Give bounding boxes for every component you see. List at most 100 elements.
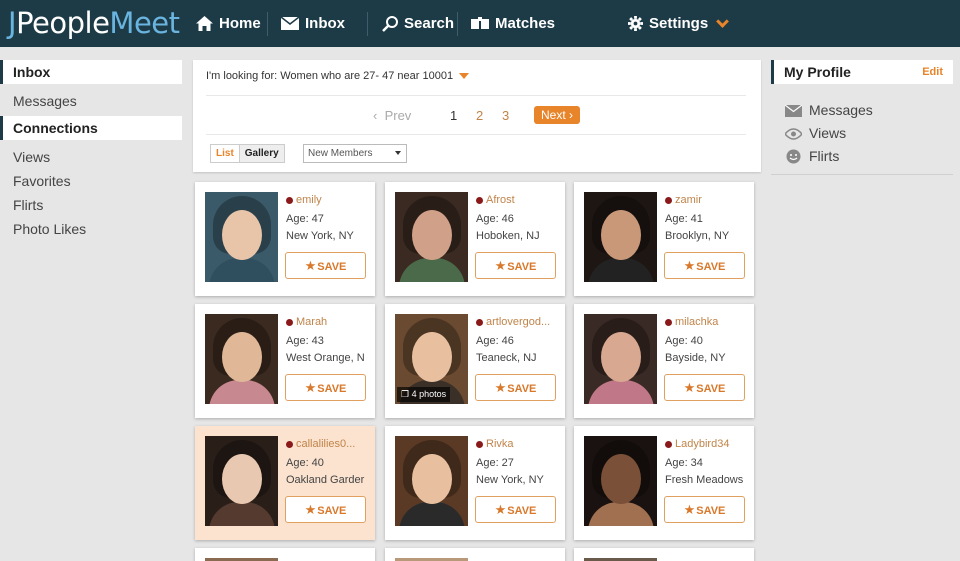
member-photo[interactable] <box>584 436 657 526</box>
member-card[interactable]: callalilies0... Age: 40 Oakland Garder ★SAV… <box>195 426 375 540</box>
online-status-dot <box>476 196 483 204</box>
save-button[interactable]: ★SAVE <box>664 496 745 523</box>
member-photo[interactable] <box>205 314 278 404</box>
member-name-link[interactable]: milachka <box>665 316 750 328</box>
member-photo[interactable] <box>584 192 657 282</box>
member-name-link[interactable]: callalilies0... <box>286 438 371 450</box>
member-name-link[interactable]: Afrost <box>476 194 561 206</box>
member-name-link[interactable]: Ladybird34 <box>665 438 750 450</box>
online-status-dot <box>665 196 672 204</box>
member-photo[interactable] <box>205 192 278 282</box>
member-card-partial[interactable] <box>195 548 375 561</box>
save-button[interactable]: ★SAVE <box>285 374 366 401</box>
member-card-partial[interactable] <box>385 548 565 561</box>
sidebar-item-flirts[interactable]: Flirts <box>0 193 182 217</box>
member-card[interactable]: emily Age: 47 New York, NY ★SAVE <box>195 182 375 296</box>
save-button[interactable]: ★SAVE <box>664 252 745 279</box>
profile-item-label: Views <box>809 125 847 141</box>
logo-people: People <box>16 6 110 40</box>
member-age: Age: 40 <box>286 457 324 469</box>
star-icon: ★ <box>494 258 507 273</box>
member-card-partial[interactable] <box>574 548 754 561</box>
left-sidebar: Inbox Messages Connections Views Favorit… <box>0 60 182 241</box>
nav-divider <box>367 12 368 36</box>
member-age: Age: 47 <box>286 213 324 225</box>
sidebar-item-photo-likes[interactable]: Photo Likes <box>0 217 182 241</box>
nav-search-label: Search <box>404 15 455 32</box>
member-age: Age: 40 <box>665 335 703 347</box>
page-3[interactable]: 3 <box>502 108 509 123</box>
member-card[interactable]: zamir Age: 41 Brooklyn, NY ★SAVE <box>574 182 754 296</box>
inbox-heading[interactable]: Inbox <box>0 60 182 84</box>
save-button[interactable]: ★SAVE <box>475 496 556 523</box>
nav-settings[interactable]: Settings <box>628 0 730 47</box>
sidebar-item-views[interactable]: Views <box>0 145 182 169</box>
member-location: Oakland Garder <box>286 474 365 486</box>
member-name-link[interactable]: Marah <box>286 316 371 328</box>
profile-item-views[interactable]: Views <box>771 122 953 145</box>
member-card[interactable]: ❐ 4 photos artlovergod... Age: 46 Teaneck, … <box>385 304 565 418</box>
online-status-dot <box>286 196 293 204</box>
member-photo[interactable] <box>584 314 657 404</box>
divider <box>771 174 953 175</box>
sidebar-item-favorites[interactable]: Favorites <box>0 169 182 193</box>
profile-item-messages[interactable]: Messages <box>771 99 953 122</box>
my-profile-label[interactable]: My Profile <box>784 64 851 80</box>
member-age: Age: 46 <box>476 213 514 225</box>
nav-home[interactable]: Home <box>196 0 261 47</box>
nav-search[interactable]: Search <box>382 0 454 47</box>
nav-settings-label: Settings <box>649 15 709 32</box>
nav-matches[interactable]: Matches <box>471 0 555 47</box>
member-name-link[interactable]: zamir <box>665 194 750 206</box>
looking-for-text: I'm looking for: Women who are 27- 47 ne… <box>206 70 454 82</box>
matches-icon <box>471 16 489 29</box>
member-card[interactable]: milachka Age: 40 Bayside, NY ★SAVE <box>574 304 754 418</box>
photo-count-badge: ❐ 4 photos <box>397 387 451 402</box>
save-button[interactable]: ★SAVE <box>285 252 366 279</box>
member-card[interactable]: Rivka Age: 27 New York, NY ★SAVE <box>385 426 565 540</box>
nav-inbox[interactable]: Inbox <box>281 0 345 47</box>
save-button[interactable]: ★SAVE <box>664 374 745 401</box>
member-card[interactable]: Ladybird34 Age: 34 Fresh Meadows ★SAVE <box>574 426 754 540</box>
member-name-link[interactable]: emily <box>286 194 371 206</box>
site-logo[interactable]: JPeopleMeet <box>8 6 180 40</box>
member-photo[interactable]: ❐ 4 photos <box>395 314 468 404</box>
prev-page-link[interactable]: ‹ Prev <box>373 108 411 123</box>
member-photo[interactable] <box>395 192 468 282</box>
sidebar-item-messages[interactable]: Messages <box>0 89 182 113</box>
member-photo[interactable] <box>395 436 468 526</box>
save-button[interactable]: ★SAVE <box>475 374 556 401</box>
save-button[interactable]: ★SAVE <box>475 252 556 279</box>
page-2[interactable]: 2 <box>476 108 483 123</box>
edit-profile-link[interactable]: Edit <box>922 60 943 84</box>
caret-down-icon <box>459 73 470 80</box>
profile-item-flirts[interactable]: Flirts <box>771 145 953 168</box>
save-button[interactable]: ★SAVE <box>285 496 366 523</box>
profile-item-label: Messages <box>809 102 873 118</box>
next-page-button[interactable]: Next › <box>534 106 581 124</box>
member-card[interactable]: Marah Age: 43 West Orange, N ★SAVE <box>195 304 375 418</box>
star-icon: ★ <box>683 380 696 395</box>
member-location: New York, NY <box>476 474 544 486</box>
member-age: Age: 43 <box>286 335 324 347</box>
list-view-tab[interactable]: List <box>211 145 239 162</box>
sort-select[interactable]: New Members <box>303 144 407 163</box>
star-icon: ★ <box>304 380 317 395</box>
online-status-dot <box>665 318 672 326</box>
divider <box>206 134 746 135</box>
gallery-view-tab[interactable]: Gallery <box>238 145 284 162</box>
member-name-link[interactable]: artlovergod... <box>476 316 561 328</box>
connections-heading[interactable]: Connections <box>0 116 182 140</box>
member-name-link[interactable]: Rivka <box>476 438 561 450</box>
member-location: Bayside, NY <box>665 352 726 364</box>
member-card[interactable]: Afrost Age: 46 Hoboken, NJ ★SAVE <box>385 182 565 296</box>
page-1[interactable]: 1 <box>450 108 457 123</box>
online-status-dot <box>286 440 293 448</box>
online-status-dot <box>665 440 672 448</box>
member-age: Age: 34 <box>665 457 703 469</box>
looking-for-filter[interactable]: I'm looking for: Women who are 27- 47 ne… <box>206 70 470 82</box>
star-icon: ★ <box>304 502 317 517</box>
star-icon: ★ <box>494 380 507 395</box>
member-age: Age: 46 <box>476 335 514 347</box>
member-photo[interactable] <box>205 436 278 526</box>
